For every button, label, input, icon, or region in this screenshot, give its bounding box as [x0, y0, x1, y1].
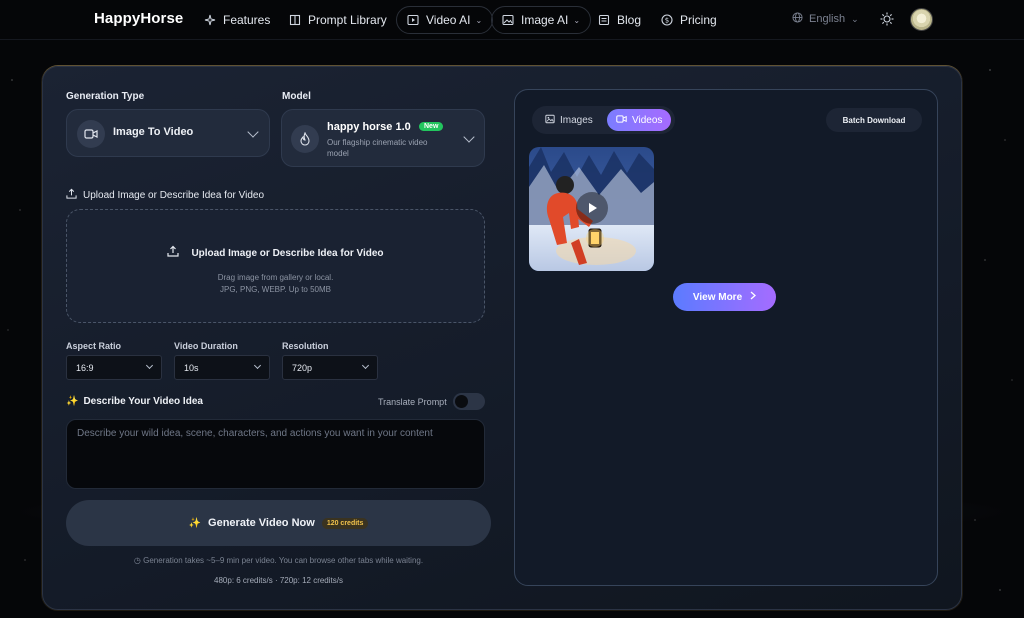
model-description-line2: model	[327, 149, 349, 158]
chevron-down-icon	[361, 361, 370, 370]
nav-prompt-library[interactable]: Prompt Library	[289, 6, 387, 34]
chevron-down-icon: ⌄	[851, 13, 859, 24]
generation-time-note: ◷ Generation takes ~5–9 min per video. Y…	[66, 556, 491, 565]
credits-badge: 120 credits	[321, 517, 369, 529]
upload-section-label: Upload Image or Describe Idea for Video	[66, 186, 264, 204]
blog-icon	[598, 14, 610, 26]
upload-section-text: Upload Image or Describe Idea for Video	[83, 189, 265, 201]
chevron-down-icon	[463, 131, 475, 143]
nav-pricing-label: Pricing	[680, 13, 717, 27]
model-description: Our flagship cinematic video model	[327, 137, 428, 159]
nav-features-label: Features	[223, 13, 271, 27]
video-duration-label: Video Duration	[174, 341, 238, 351]
upload-dropzone[interactable]: Upload Image or Describe Idea for Video …	[66, 209, 485, 323]
media-tabs: Images Videos	[532, 106, 675, 134]
chevron-down-icon	[253, 361, 262, 370]
nav-image-ai[interactable]: Image AI ⌄	[491, 6, 592, 34]
upload-hint-line1: Drag image from gallery or local.	[217, 273, 334, 282]
model-label: Model	[282, 91, 311, 102]
upload-hint-line2: JPG, PNG, WEBP. Up to 50MB	[220, 285, 331, 294]
upload-icon	[66, 186, 77, 204]
video-icon	[407, 14, 419, 26]
aspect-ratio-select[interactable]: 16:9	[66, 355, 162, 380]
generation-time-text: Generation takes ~5–9 min per video. You…	[143, 556, 424, 565]
generate-video-label: Generate Video Now	[208, 517, 315, 529]
nav-video-ai-label: Video AI	[426, 13, 471, 27]
aspect-ratio-value: 16:9	[76, 363, 94, 373]
batch-download-button[interactable]: Batch Download	[826, 108, 922, 132]
tab-videos-label: Videos	[632, 114, 663, 126]
describe-idea-text: Describe Your Video Idea	[83, 396, 203, 407]
sparkles-icon	[204, 14, 216, 26]
nav-blog[interactable]: Blog	[598, 6, 641, 34]
nav-pricing[interactable]: $ Pricing	[661, 6, 717, 34]
resolution-label: Resolution	[282, 341, 329, 351]
top-nav: HappyHorse Features Prompt Library Video…	[0, 0, 1024, 40]
new-badge: New	[419, 122, 444, 131]
describe-idea-label: ✨ Describe Your Video Idea	[66, 396, 203, 407]
chevron-right-icon	[750, 291, 757, 303]
credit-rate-note: 480p: 6 credits/s · 720p: 12 credits/s	[214, 576, 343, 585]
image-icon	[545, 114, 555, 127]
dollar-icon: $	[661, 14, 673, 26]
video-duration-select[interactable]: 10s	[174, 355, 270, 380]
user-avatar[interactable]	[910, 8, 933, 31]
sparkle-icon: ✨	[188, 517, 202, 529]
aspect-ratio-label: Aspect Ratio	[66, 341, 122, 351]
play-icon[interactable]	[576, 192, 608, 224]
generation-type-select[interactable]: Image To Video	[66, 109, 270, 157]
upload-dropzone-title: Upload Image or Describe Idea for Video	[67, 244, 484, 262]
upload-dropzone-title-text: Upload Image or Describe Idea for Video	[191, 247, 384, 259]
clock-icon: ◷	[133, 556, 141, 565]
translate-prompt-toggle[interactable]	[453, 393, 485, 410]
model-select[interactable]: happy horse 1.0 New Our flagship cinemat…	[281, 109, 485, 167]
chevron-down-icon	[145, 361, 154, 370]
image-icon	[502, 14, 514, 26]
video-camera-icon	[77, 120, 105, 148]
chevron-down-icon	[247, 126, 259, 138]
brand-logo[interactable]: HappyHorse	[94, 10, 183, 27]
generation-type-label: Generation Type	[66, 91, 145, 102]
view-more-label: View More	[692, 291, 743, 303]
model-name: happy horse 1.0	[327, 121, 411, 133]
resolution-select[interactable]: 720p	[282, 355, 378, 380]
nav-video-ai[interactable]: Video AI ⌄	[396, 6, 494, 34]
nav-blog-label: Blog	[617, 13, 642, 27]
chevron-down-icon: ⌄	[475, 15, 483, 25]
language-label: English	[809, 13, 846, 25]
generation-type-value: Image To Video	[113, 126, 194, 138]
upload-dropzone-hint: Drag image from gallery or local. JPG, P…	[67, 272, 484, 296]
generate-video-button[interactable]: ✨ Generate Video Now 120 credits	[66, 500, 491, 546]
book-icon	[289, 14, 301, 26]
svg-text:$: $	[665, 17, 669, 25]
flame-icon	[291, 125, 319, 153]
language-selector[interactable]: English ⌄	[792, 12, 859, 26]
nav-prompt-library-label: Prompt Library	[308, 13, 387, 27]
nav-features[interactable]: Features	[204, 6, 270, 34]
translate-prompt-label: Translate Prompt	[378, 397, 447, 407]
chevron-down-icon: ⌄	[573, 15, 581, 25]
theme-toggle-sun-icon[interactable]	[880, 12, 894, 26]
tab-images-label: Images	[560, 114, 593, 126]
view-more-button[interactable]: View More	[673, 283, 776, 311]
model-description-line1: Our flagship cinematic video	[327, 138, 428, 147]
tab-videos[interactable]: Videos	[607, 109, 672, 131]
globe-icon	[792, 12, 803, 26]
sparkle-icon: ✨	[66, 396, 79, 407]
video-icon	[616, 114, 627, 127]
upload-icon	[167, 244, 180, 262]
prompt-textarea[interactable]: Describe your wild idea, scene, characte…	[66, 419, 485, 489]
tab-images[interactable]: Images	[536, 109, 602, 131]
nav-image-ai-label: Image AI	[521, 13, 569, 27]
resolution-value: 720p	[292, 363, 313, 373]
video-duration-value: 10s	[184, 363, 199, 373]
